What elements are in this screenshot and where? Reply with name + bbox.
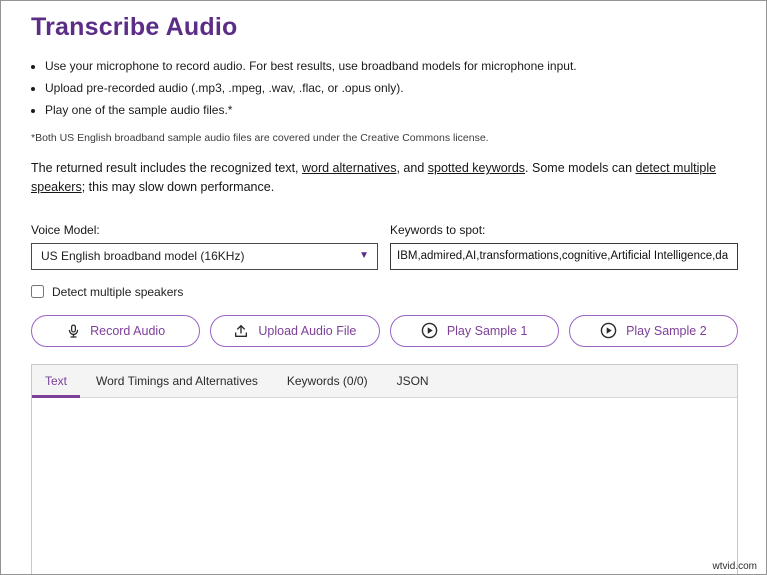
- license-footnote: *Both US English broadband sample audio …: [31, 132, 489, 145]
- page-title: Transcribe Audio: [31, 13, 238, 41]
- microphone-icon: [66, 323, 81, 339]
- detect-speakers-label: Detect multiple speakers: [52, 284, 184, 299]
- upload-audio-button[interactable]: Upload Audio File: [210, 314, 380, 347]
- description-text: . Some models can: [525, 161, 636, 176]
- tab-keywords[interactable]: Keywords (0/0): [274, 365, 381, 397]
- instructions-list: Use your microphone to record audio. For…: [45, 58, 738, 118]
- instruction-item: Use your microphone to record audio. For…: [45, 58, 738, 75]
- play-sample-1-button[interactable]: Play Sample 1: [389, 314, 559, 347]
- tab-json[interactable]: JSON: [384, 365, 442, 397]
- instruction-item: Upload pre-recorded audio (.mp3, .mpeg, …: [45, 80, 738, 97]
- play-sample-2-label: Play Sample 2: [626, 323, 707, 338]
- result-description: The returned result includes the recogni…: [31, 159, 738, 195]
- word-alternatives-link[interactable]: word alternatives: [302, 161, 397, 175]
- play-sample-1-label: Play Sample 1: [446, 323, 528, 338]
- detect-speakers-row: Detect multiple speakers: [31, 285, 738, 299]
- upload-audio-label: Upload Audio File: [258, 323, 357, 338]
- tab-word-timings-alternatives[interactable]: Word Timings and Alternatives: [83, 365, 271, 397]
- keywords-input[interactable]: [390, 242, 738, 270]
- upload-icon: [233, 323, 249, 339]
- voice-model-label: Voice Model:: [31, 222, 100, 237]
- description-text: ; this may slow down performance.: [81, 179, 275, 194]
- watermark: wtvid.com: [712, 561, 757, 572]
- description-text: The returned result includes the recogni…: [31, 161, 302, 176]
- keywords-label: Keywords to spot:: [390, 222, 486, 237]
- detect-speakers-checkbox[interactable]: [31, 285, 44, 299]
- instruction-item: Play one of the sample audio files.*: [45, 102, 738, 119]
- tab-bar: Text Word Timings and Alternatives Keywo…: [32, 364, 737, 398]
- voice-model-field: Voice Model: US English broadband model …: [31, 223, 378, 270]
- tab-text[interactable]: Text: [32, 365, 81, 398]
- keywords-field: Keywords to spot:: [390, 223, 738, 270]
- form-row: Voice Model: US English broadband model …: [31, 223, 738, 270]
- record-audio-button[interactable]: Record Audio: [31, 314, 201, 347]
- action-buttons-row: Record Audio Upload Audio File Play Samp…: [31, 314, 738, 347]
- record-audio-label: Record Audio: [90, 323, 166, 338]
- chevron-down-icon: ▼: [359, 250, 369, 262]
- voice-model-select[interactable]: US English broadband model (16KHz) ▼: [31, 242, 378, 270]
- play-icon: [600, 322, 617, 339]
- play-sample-2-button[interactable]: Play Sample 2: [568, 314, 738, 347]
- spotted-keywords-link[interactable]: spotted keywords: [428, 161, 525, 175]
- play-icon: [421, 322, 438, 339]
- transcribe-audio-page: Transcribe Audio Use your microphone to …: [0, 0, 767, 575]
- results-section: Text Word Timings and Alternatives Keywo…: [31, 363, 738, 574]
- output-panel: [32, 397, 737, 574]
- description-text: , and: [396, 161, 428, 176]
- voice-model-value: US English broadband model (16KHz): [41, 249, 245, 264]
